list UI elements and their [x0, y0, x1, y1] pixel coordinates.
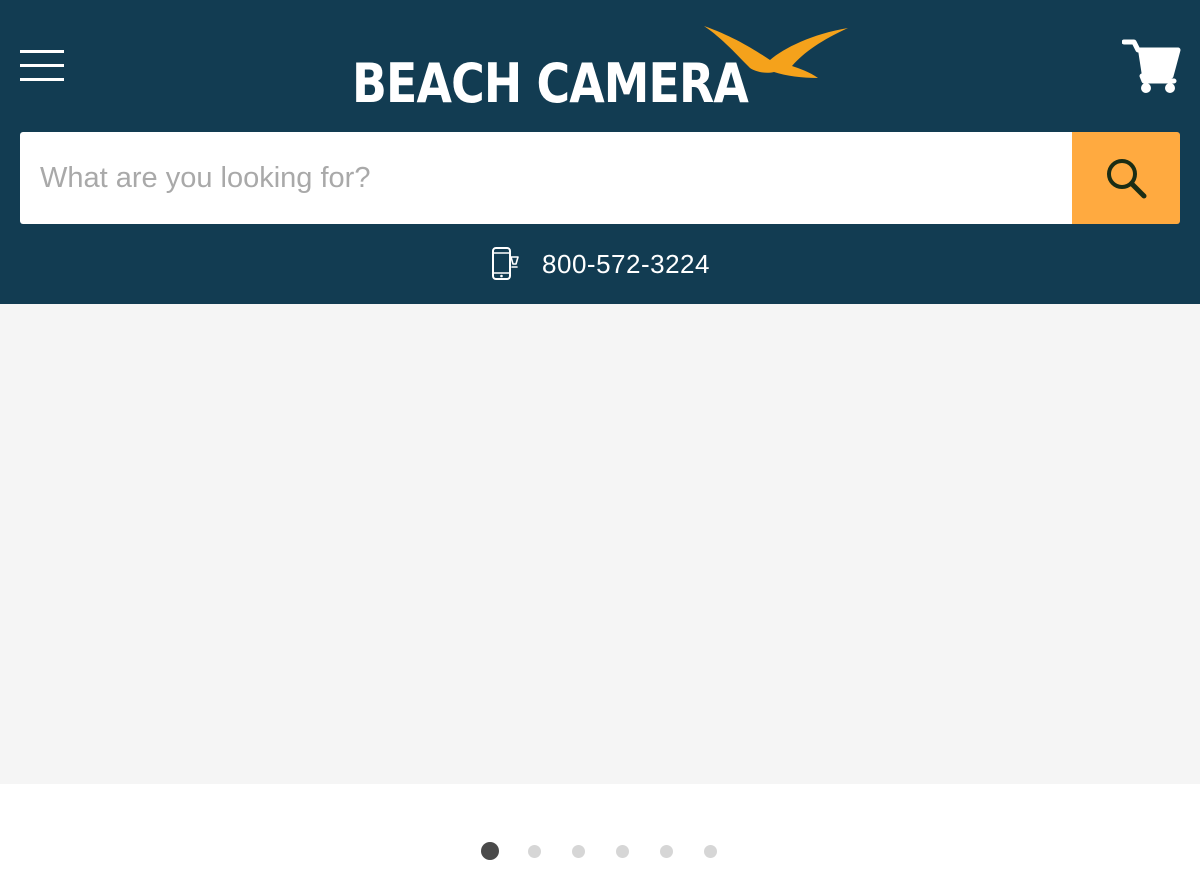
search-input[interactable] — [20, 132, 1072, 224]
cart-button[interactable] — [1121, 36, 1182, 96]
search-icon — [1107, 159, 1147, 199]
slide-dot-2[interactable] — [512, 838, 556, 864]
dot-indicator — [703, 844, 717, 858]
hero-slideshow[interactable] — [0, 304, 1200, 784]
phone-contact: 800-572-3224 — [0, 244, 1200, 284]
site-header: BEACH CAMERA What are you looking for? 8… — [0, 0, 1200, 304]
beach-camera-logo[interactable]: BEACH CAMERA — [352, 22, 852, 114]
slide-dot-6[interactable] — [688, 838, 732, 864]
dot-indicator — [527, 844, 541, 858]
brand-name: BEACH CAMERA — [352, 52, 749, 114]
hamburger-menu-icon-bar — [20, 64, 64, 67]
dot-indicator — [615, 844, 629, 858]
slide-dot-3[interactable] — [556, 838, 600, 864]
search-button[interactable] — [1072, 132, 1180, 224]
menu-button[interactable] — [20, 48, 64, 84]
page: BEACH CAMERA What are you looking for? 8… — [0, 0, 1200, 876]
hamburger-menu-icon-bar — [20, 78, 64, 81]
slideshow-pagination — [0, 838, 1200, 864]
phone-number-link[interactable]: 800-572-3224 — [542, 249, 710, 280]
hamburger-menu-icon-bar — [20, 50, 64, 53]
search-bar — [20, 132, 1180, 224]
dot-indicator — [571, 844, 585, 858]
slide-dot-1[interactable] — [468, 838, 512, 864]
slide-dot-4[interactable] — [600, 838, 644, 864]
slide-dot-5[interactable] — [644, 838, 688, 864]
dot-indicator — [659, 844, 673, 858]
dot-indicator — [481, 842, 499, 860]
mobile-phone-icon — [492, 247, 519, 280]
shopping-cart-icon — [1121, 39, 1181, 93]
